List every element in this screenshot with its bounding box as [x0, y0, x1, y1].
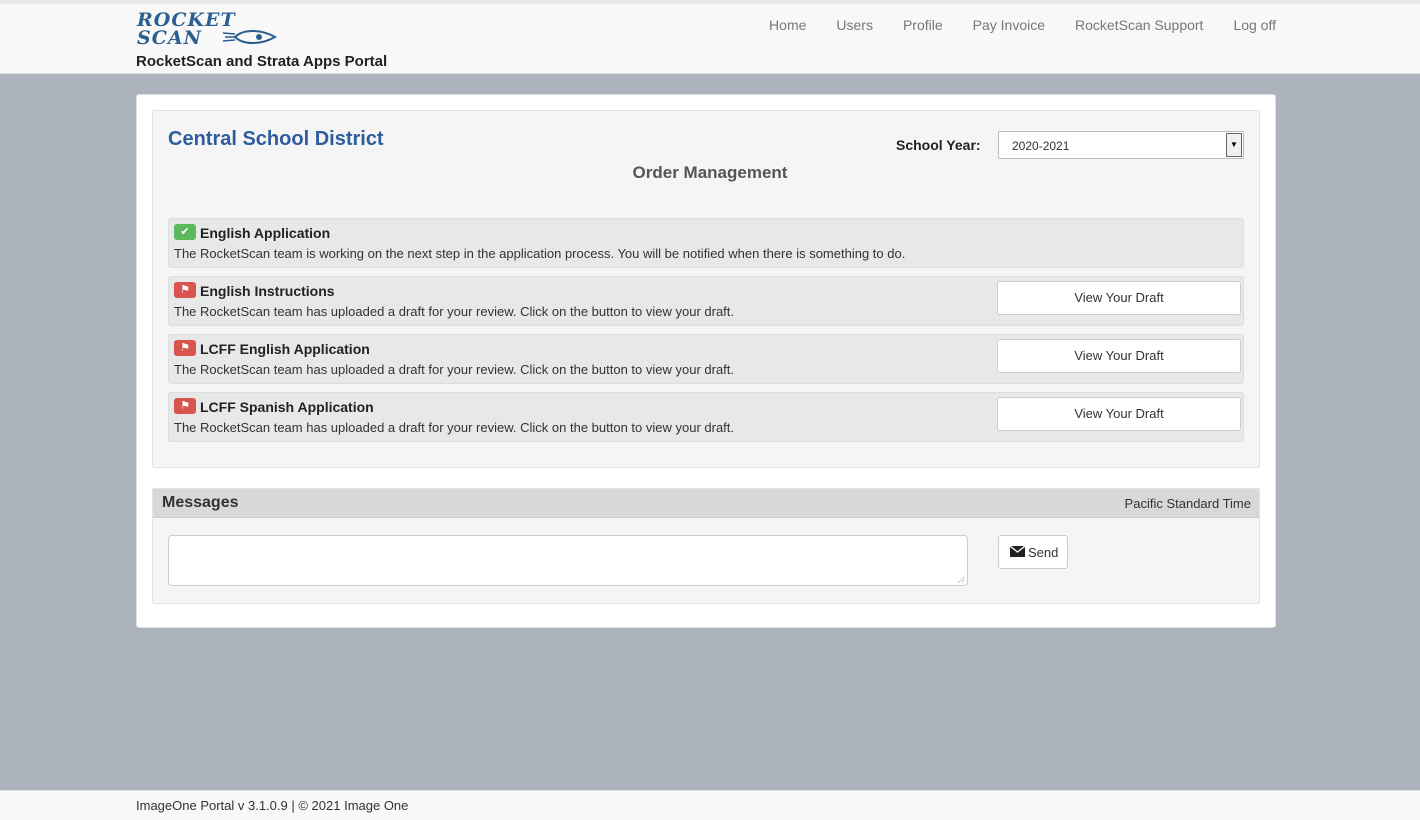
- order-item-description: The RocketScan team has uploaded a draft…: [174, 304, 735, 319]
- timezone-label: Pacific Standard Time: [1124, 496, 1251, 511]
- order-item-english-application: ✔ English Application The RocketScan tea…: [168, 218, 1244, 268]
- order-item-description: The RocketScan team has uploaded a draft…: [174, 420, 735, 435]
- portal-title: RocketScan and Strata Apps Portal: [136, 53, 388, 70]
- nav-home[interactable]: Home: [769, 17, 806, 33]
- order-item-title: LCFF Spanish Application: [200, 399, 374, 415]
- order-item-title: English Instructions: [200, 283, 335, 299]
- message-input[interactable]: [168, 535, 968, 586]
- district-name: Central School District: [168, 128, 384, 150]
- rocketscan-logo[interactable]: ROCKET SCAN: [137, 10, 282, 49]
- messages-header: Messages Pacific Standard Time: [153, 489, 1259, 518]
- site-header: ROCKET SCAN RocketScan and Strata Apps P…: [0, 4, 1420, 74]
- order-item-english-instructions: ⚑ English Instructions The RocketScan te…: [168, 276, 1244, 326]
- send-label: Send: [1028, 545, 1059, 560]
- envelope-icon: [1010, 546, 1025, 557]
- view-draft-button[interactable]: View Your Draft: [997, 281, 1241, 315]
- nav-pay-invoice[interactable]: Pay Invoice: [973, 17, 1045, 33]
- nav-users[interactable]: Users: [836, 17, 873, 33]
- resize-grip-icon[interactable]: [955, 574, 965, 584]
- footer-text: ImageOne Portal v 3.1.0.9 | © 2021 Image…: [136, 798, 409, 813]
- order-item-lcff-english-application: ⚑ LCFF English Application The RocketSca…: [168, 334, 1244, 384]
- nav-rocketscan-support[interactable]: RocketScan Support: [1075, 17, 1203, 33]
- logo-word-scan: SCAN: [137, 27, 202, 49]
- check-icon: ✔: [174, 224, 196, 240]
- view-draft-button[interactable]: View Your Draft: [997, 397, 1241, 431]
- order-item-description: The RocketScan team is working on the ne…: [174, 246, 906, 261]
- flag-icon: ⚑: [174, 282, 196, 298]
- view-draft-button[interactable]: View Your Draft: [997, 339, 1241, 373]
- order-item-title: English Application: [200, 225, 331, 241]
- nav-profile[interactable]: Profile: [903, 17, 943, 33]
- flag-icon: ⚑: [174, 398, 196, 414]
- order-item-title: LCFF English Application: [200, 341, 370, 357]
- flag-icon: ⚑: [174, 340, 196, 356]
- school-year-select[interactable]: 2020-2021 ▼: [998, 131, 1244, 159]
- rocket-icon: [223, 30, 277, 44]
- send-button[interactable]: Send: [998, 535, 1068, 569]
- order-item-description: The RocketScan team has uploaded a draft…: [174, 362, 735, 377]
- school-year-value: 2020-2021: [1012, 139, 1070, 153]
- nav-log-off[interactable]: Log off: [1233, 17, 1276, 33]
- dropdown-arrow-icon[interactable]: ▼: [1226, 133, 1242, 157]
- order-item-lcff-spanish-application: ⚑ LCFF Spanish Application The RocketSca…: [168, 392, 1244, 442]
- school-year-label: School Year:: [896, 137, 981, 153]
- messages-title: Messages: [162, 494, 239, 511]
- site-footer: ImageOne Portal v 3.1.0.9 | © 2021 Image…: [0, 790, 1420, 820]
- main-nav: Home Users Profile Pay Invoice RocketSca…: [769, 17, 1276, 33]
